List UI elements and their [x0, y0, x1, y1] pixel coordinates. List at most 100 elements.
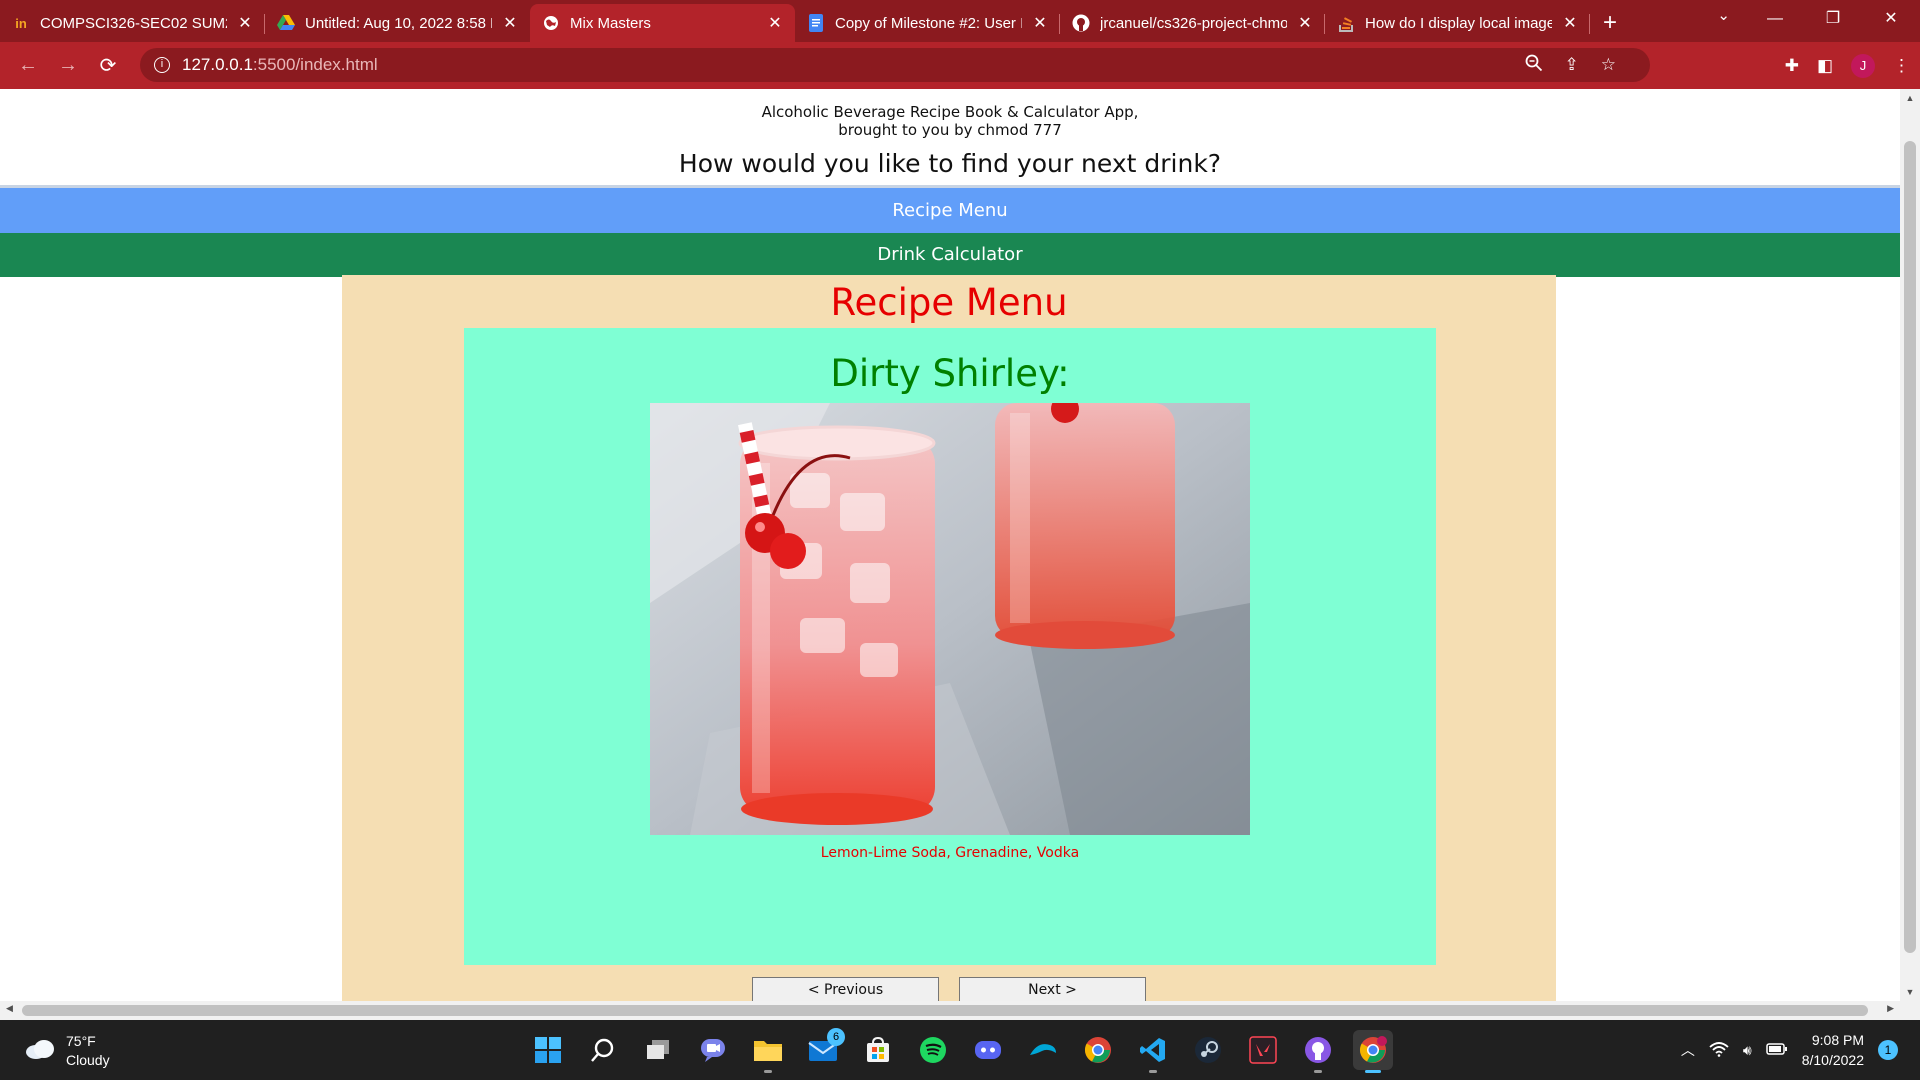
- github-desktop-icon[interactable]: [1298, 1030, 1338, 1073]
- notification-badge[interactable]: 1: [1878, 1040, 1898, 1060]
- url-path: :5500/index.html: [252, 55, 378, 74]
- microsoft-store-icon[interactable]: [858, 1030, 898, 1070]
- close-icon[interactable]: ✕: [502, 13, 518, 33]
- tab-piazza[interactable]: in COMPSCI326-SEC02 SUM2022 ✕: [0, 4, 265, 42]
- vscode-icon[interactable]: [1133, 1030, 1173, 1073]
- zoom-icon[interactable]: [1525, 54, 1543, 77]
- wifi-icon[interactable]: [1709, 1041, 1729, 1060]
- tab-docs[interactable]: Copy of Milestone #2: User Interface ✕: [795, 4, 1060, 42]
- clock-date: 8/10/2022: [1801, 1052, 1864, 1068]
- tab-title: jrcanuel/cs326-project-chmod-777: [1100, 14, 1287, 32]
- running-indicator: [1149, 1070, 1157, 1073]
- spotify-icon[interactable]: [913, 1030, 953, 1070]
- running-indicator: [1314, 1070, 1322, 1073]
- close-icon[interactable]: ✕: [237, 13, 253, 33]
- clock-time: 9:08 PM: [1811, 1032, 1864, 1048]
- close-icon[interactable]: ✕: [1297, 13, 1313, 33]
- share-icon[interactable]: ⇪: [1565, 55, 1579, 75]
- next-button[interactable]: Next >: [959, 977, 1146, 1001]
- steam-icon[interactable]: [1188, 1030, 1228, 1070]
- tab-drive[interactable]: Untitled: Aug 10, 2022 8:58 PM ✕: [265, 4, 530, 42]
- tab-search-icon[interactable]: ⌄: [1717, 6, 1730, 24]
- url-host: 127.0.0.1: [182, 55, 253, 74]
- battery-icon[interactable]: [1765, 1042, 1788, 1059]
- tab-title: Untitled: Aug 10, 2022 8:58 PM: [305, 14, 492, 32]
- scroll-up-icon[interactable]: ▲: [1900, 93, 1920, 103]
- mail-icon[interactable]: 6: [803, 1028, 845, 1070]
- close-icon[interactable]: ✕: [1562, 13, 1578, 33]
- drink-photo: [650, 403, 1250, 835]
- temperature: 75°F: [66, 1033, 96, 1049]
- github-icon: [1072, 14, 1090, 32]
- new-tab-button[interactable]: +: [1590, 4, 1630, 42]
- tab-mix-masters[interactable]: Mix Masters ✕: [530, 4, 795, 42]
- task-view-icon[interactable]: [638, 1030, 678, 1070]
- discord-icon[interactable]: [968, 1030, 1008, 1070]
- nav-recipe-menu[interactable]: Recipe Menu: [0, 188, 1900, 233]
- drive-icon: [277, 14, 295, 32]
- bookmark-star-icon[interactable]: ☆: [1601, 55, 1616, 75]
- tab-title: How do I display local image in HTML: [1365, 14, 1552, 32]
- chrome-icon[interactable]: [1078, 1030, 1118, 1070]
- clock[interactable]: 9:08 PM 8/10/2022: [1802, 1030, 1864, 1070]
- recipe-card: Dirty Shirley: Lemon-Lime Soda, Grenadin…: [464, 328, 1436, 965]
- drink-name: Dirty Shirley:: [830, 352, 1070, 395]
- tab-stackoverflow[interactable]: How do I display local image in HTML ✕: [1325, 4, 1590, 42]
- recipe-menu-section: Recipe Menu Dirty Shirley: Lemon-Lime So…: [342, 275, 1556, 1001]
- more-menu-icon[interactable]: ⋮: [1893, 56, 1910, 76]
- cloud-icon: [24, 1038, 56, 1065]
- previous-button[interactable]: < Previous: [752, 977, 939, 1001]
- scroll-down-icon[interactable]: ▼: [1900, 987, 1920, 997]
- browser-toolbar: ← → ⟳ i 127.0.0.1:5500/index.html ⇪ ☆ ✚ …: [0, 42, 1920, 89]
- scroll-left-icon[interactable]: ◀: [6, 1003, 13, 1014]
- tab-github[interactable]: jrcanuel/cs326-project-chmod-777 ✕: [1060, 4, 1325, 42]
- piazza-icon: in: [15, 15, 27, 31]
- search-icon[interactable]: [583, 1030, 623, 1070]
- weather-widget[interactable]: 75°F Cloudy: [24, 1032, 110, 1070]
- side-panel-icon[interactable]: ◧: [1817, 56, 1833, 76]
- subtitle-line-2: brought to you by chmod 777: [838, 121, 1062, 139]
- tab-separator: [1589, 14, 1590, 34]
- chevron-up-icon[interactable]: ︿: [1681, 1040, 1695, 1060]
- system-tray: ︿ 🔊︎ 9:08 PM 8/10/2022 1: [1681, 1030, 1898, 1070]
- stackoverflow-icon: [1337, 14, 1355, 32]
- horizontal-scroll-thumb[interactable]: [22, 1005, 1868, 1016]
- os-taskbar: 75°F Cloudy 6 ︿ 🔊︎ 9:08 PM 8/10/2022 1: [0, 1020, 1920, 1080]
- forward-icon[interactable]: →: [48, 54, 88, 77]
- teams-chat-icon[interactable]: [693, 1030, 733, 1070]
- back-icon[interactable]: ←: [8, 54, 48, 77]
- mysql-workbench-icon[interactable]: [1023, 1030, 1063, 1070]
- avatar[interactable]: J: [1851, 53, 1875, 78]
- vertical-scrollbar[interactable]: ▲ ▼: [1900, 89, 1920, 1001]
- start-icon[interactable]: [528, 1030, 568, 1070]
- running-indicator: [764, 1070, 772, 1073]
- extensions-icon[interactable]: ✚: [1785, 56, 1799, 76]
- volume-icon[interactable]: 🔊︎: [1743, 1042, 1752, 1059]
- close-icon[interactable]: ✕: [767, 13, 783, 33]
- close-icon[interactable]: ✕: [1032, 13, 1048, 33]
- mail-badge: 6: [827, 1028, 845, 1046]
- tab-title: Copy of Milestone #2: User Interface: [835, 14, 1022, 32]
- valorant-icon[interactable]: [1243, 1030, 1283, 1070]
- pagination-controls: < Previous Next >: [342, 977, 1556, 1001]
- tab-title: COMPSCI326-SEC02 SUM2022: [40, 14, 227, 32]
- subtitle-line-1: Alcoholic Beverage Recipe Book & Calcula…: [761, 103, 1139, 121]
- horizontal-scrollbar[interactable]: ◀ ▶: [0, 1001, 1920, 1020]
- window-close-icon[interactable]: ✕: [1862, 0, 1920, 40]
- vertical-scroll-thumb[interactable]: [1904, 141, 1916, 953]
- nav-drink-calculator[interactable]: Drink Calculator: [0, 233, 1900, 277]
- scroll-right-icon[interactable]: ▶: [1887, 1003, 1894, 1014]
- restore-icon[interactable]: ❐: [1804, 0, 1862, 40]
- ingredients-list: Lemon-Lime Soda, Grenadine, Vodka: [820, 845, 1080, 861]
- file-explorer-icon[interactable]: [748, 1030, 788, 1073]
- running-indicator: [1365, 1070, 1381, 1073]
- weather-condition: Cloudy: [66, 1052, 110, 1068]
- section-title: Recipe Menu: [830, 281, 1068, 324]
- chrome-profile-icon[interactable]: [1353, 1030, 1393, 1073]
- globe-icon: [542, 14, 560, 32]
- address-bar[interactable]: i 127.0.0.1:5500/index.html ⇪ ☆: [140, 48, 1650, 82]
- site-info-icon[interactable]: i: [154, 57, 170, 73]
- minimize-icon[interactable]: —: [1746, 0, 1804, 40]
- reload-icon[interactable]: ⟳: [88, 53, 128, 78]
- taskbar-apps: 6: [528, 1028, 1393, 1073]
